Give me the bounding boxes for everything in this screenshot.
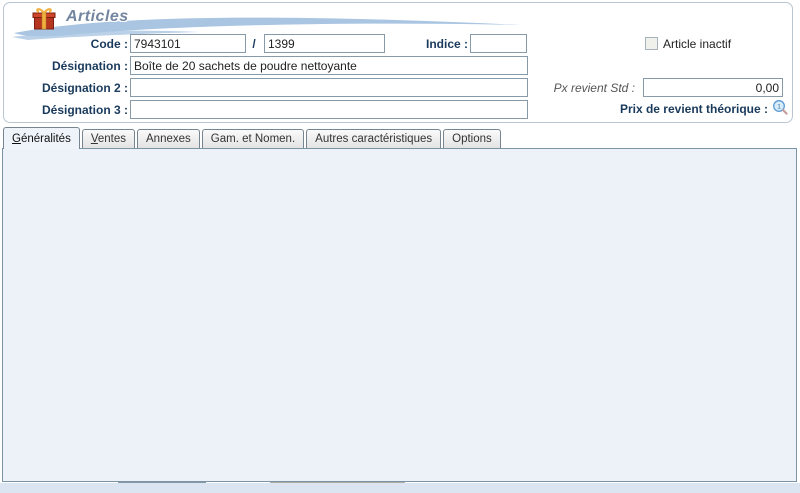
tab-autres-caracteristiques[interactable]: Autres caractéristiques [306, 129, 441, 148]
code-label: Code : [28, 37, 128, 52]
code-suffix-input[interactable] [264, 34, 385, 53]
tab-ventes[interactable]: Ventes [82, 129, 135, 148]
designation-input[interactable] [130, 56, 528, 75]
indice-input[interactable] [470, 34, 527, 53]
px-revient-input[interactable] [643, 78, 783, 97]
designation2-input[interactable] [130, 78, 528, 97]
code-input[interactable] [130, 34, 246, 53]
gift-icon [31, 7, 57, 31]
prix-theorique-label: Prix de revient théorique : [560, 102, 768, 117]
generalites-panel [2, 148, 797, 482]
article-inactif-label: Article inactif [663, 37, 731, 52]
articles-window: Articles Code : / Indice : Article inact… [0, 0, 800, 493]
tab-options[interactable]: Options [443, 129, 501, 148]
tab-gam-nomen[interactable]: Gam. et Nomen. [202, 129, 304, 148]
tab-annexes[interactable]: Annexes [137, 129, 200, 148]
tab-bar: Généralités Ventes Annexes Gam. et Nomen… [3, 126, 503, 148]
tab-generalites[interactable]: Généralités [3, 127, 80, 149]
window-bottom-strip [0, 483, 800, 493]
px-revient-label: Px revient Std : [545, 81, 635, 96]
svg-text:1: 1 [777, 103, 781, 110]
designation3-input[interactable] [130, 100, 528, 119]
page-title: Articles [66, 8, 129, 26]
designation-label: Désignation : [18, 59, 128, 74]
designation2-label: Désignation 2 : [8, 81, 128, 96]
article-inactif-checkbox[interactable] [645, 37, 658, 50]
indice-label: Indice : [398, 37, 468, 52]
code-separator: / [248, 37, 260, 52]
prix-theorique-consult-icon[interactable]: 1 [772, 99, 790, 117]
designation3-label: Désignation 3 : [8, 103, 128, 118]
